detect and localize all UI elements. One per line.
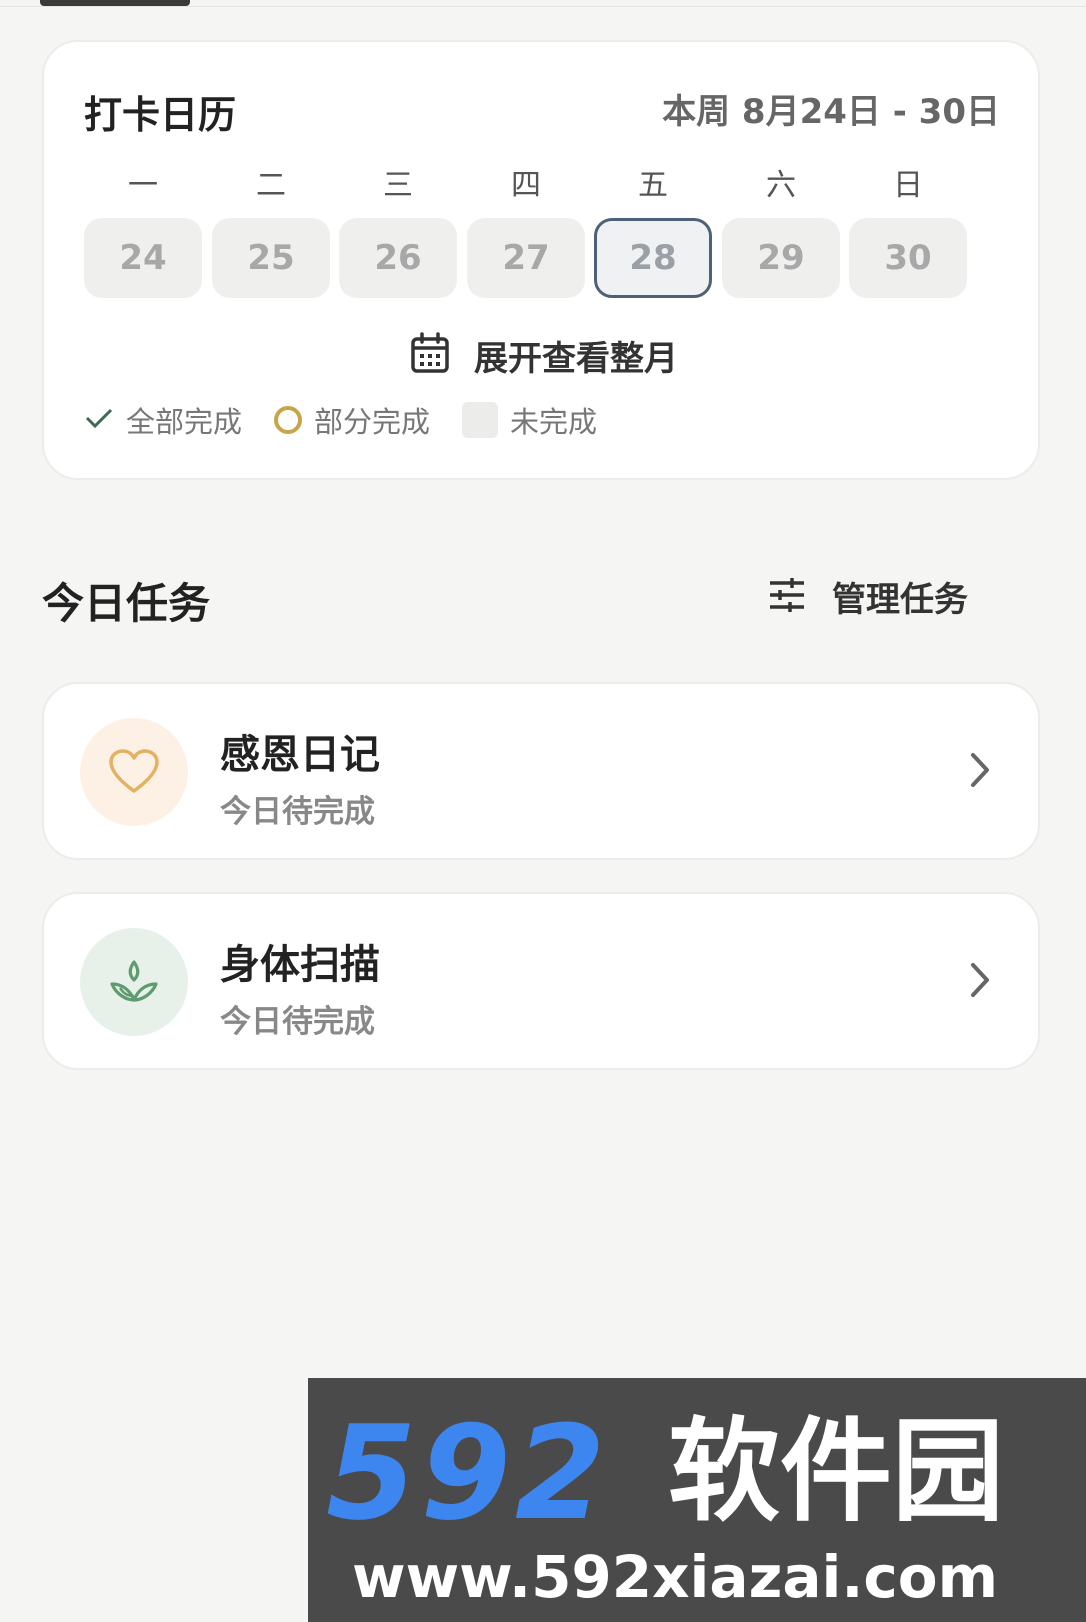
week-range-label: 本周 8月24日 - 30日 bbox=[662, 92, 1000, 132]
weekday-label: 六 bbox=[766, 168, 796, 203]
legend-not-done-label: 未完成 bbox=[510, 405, 598, 439]
heart-icon bbox=[80, 718, 188, 826]
check-icon bbox=[84, 405, 114, 435]
empty-square-icon bbox=[462, 402, 499, 438]
weekday-label: 一 bbox=[128, 168, 158, 203]
calendar-icon bbox=[410, 332, 450, 378]
expand-month-label: 展开查看整月 bbox=[474, 338, 678, 379]
top-divider bbox=[0, 6, 1086, 7]
day-cell-29[interactable]: 29 bbox=[722, 218, 840, 298]
task-name: 感恩日记 bbox=[220, 732, 380, 778]
calendar-title: 打卡日历 bbox=[84, 93, 237, 137]
chevron-right-icon bbox=[968, 750, 992, 794]
watermark-url: www.592xiazai.com bbox=[352, 1543, 999, 1611]
chevron-right-icon bbox=[968, 960, 992, 1004]
day-cell-25[interactable]: 25 bbox=[212, 218, 330, 298]
task-item-gratitude-journal[interactable]: 感恩日记 今日待完成 bbox=[42, 682, 1040, 860]
checkin-calendar-card: 打卡日历 本周 8月24日 - 30日 一 二 三 四 五 六 日 24 25 … bbox=[42, 40, 1040, 480]
legend-partial-label: 部分完成 bbox=[314, 405, 431, 439]
manage-tasks-button[interactable]: 管理任务 bbox=[768, 572, 968, 621]
task-status: 今日待完成 bbox=[220, 794, 375, 830]
ring-icon bbox=[274, 406, 303, 434]
sprout-icon bbox=[80, 928, 188, 1036]
legend-not-done: 未完成 bbox=[462, 399, 597, 441]
task-item-body-scan[interactable]: 身体扫描 今日待完成 bbox=[42, 892, 1040, 1070]
site-watermark: 592 软件园 www.592xiazai.com bbox=[308, 1378, 1086, 1622]
weekday-label: 二 bbox=[256, 168, 286, 203]
watermark-number: 592 bbox=[326, 1397, 610, 1549]
status-legend: 全部完成 部分完成 未完成 bbox=[84, 398, 629, 442]
todays-tasks-title: 今日任务 bbox=[42, 579, 211, 628]
weekday-label: 五 bbox=[638, 168, 668, 203]
task-status: 今日待完成 bbox=[220, 1004, 375, 1040]
legend-all-done: 全部完成 bbox=[84, 399, 242, 441]
weekday-label: 日 bbox=[893, 168, 923, 203]
day-cell-28-today[interactable]: 28 bbox=[594, 218, 712, 298]
legend-all-done-label: 全部完成 bbox=[126, 405, 243, 439]
legend-partial: 部分完成 bbox=[274, 399, 430, 441]
day-cell-27[interactable]: 27 bbox=[467, 218, 585, 298]
manage-tasks-label: 管理任务 bbox=[832, 580, 968, 620]
expand-month-button[interactable]: 展开查看整月 bbox=[410, 330, 678, 380]
watermark-brand: 软件园 bbox=[668, 1407, 1004, 1537]
sliders-icon bbox=[768, 577, 806, 617]
weekday-label: 三 bbox=[383, 168, 413, 203]
weekday-label: 四 bbox=[511, 168, 541, 203]
task-name: 身体扫描 bbox=[220, 942, 380, 988]
day-cell-26[interactable]: 26 bbox=[339, 218, 457, 298]
day-cell-30[interactable]: 30 bbox=[849, 218, 967, 298]
day-cell-24[interactable]: 24 bbox=[84, 218, 202, 298]
